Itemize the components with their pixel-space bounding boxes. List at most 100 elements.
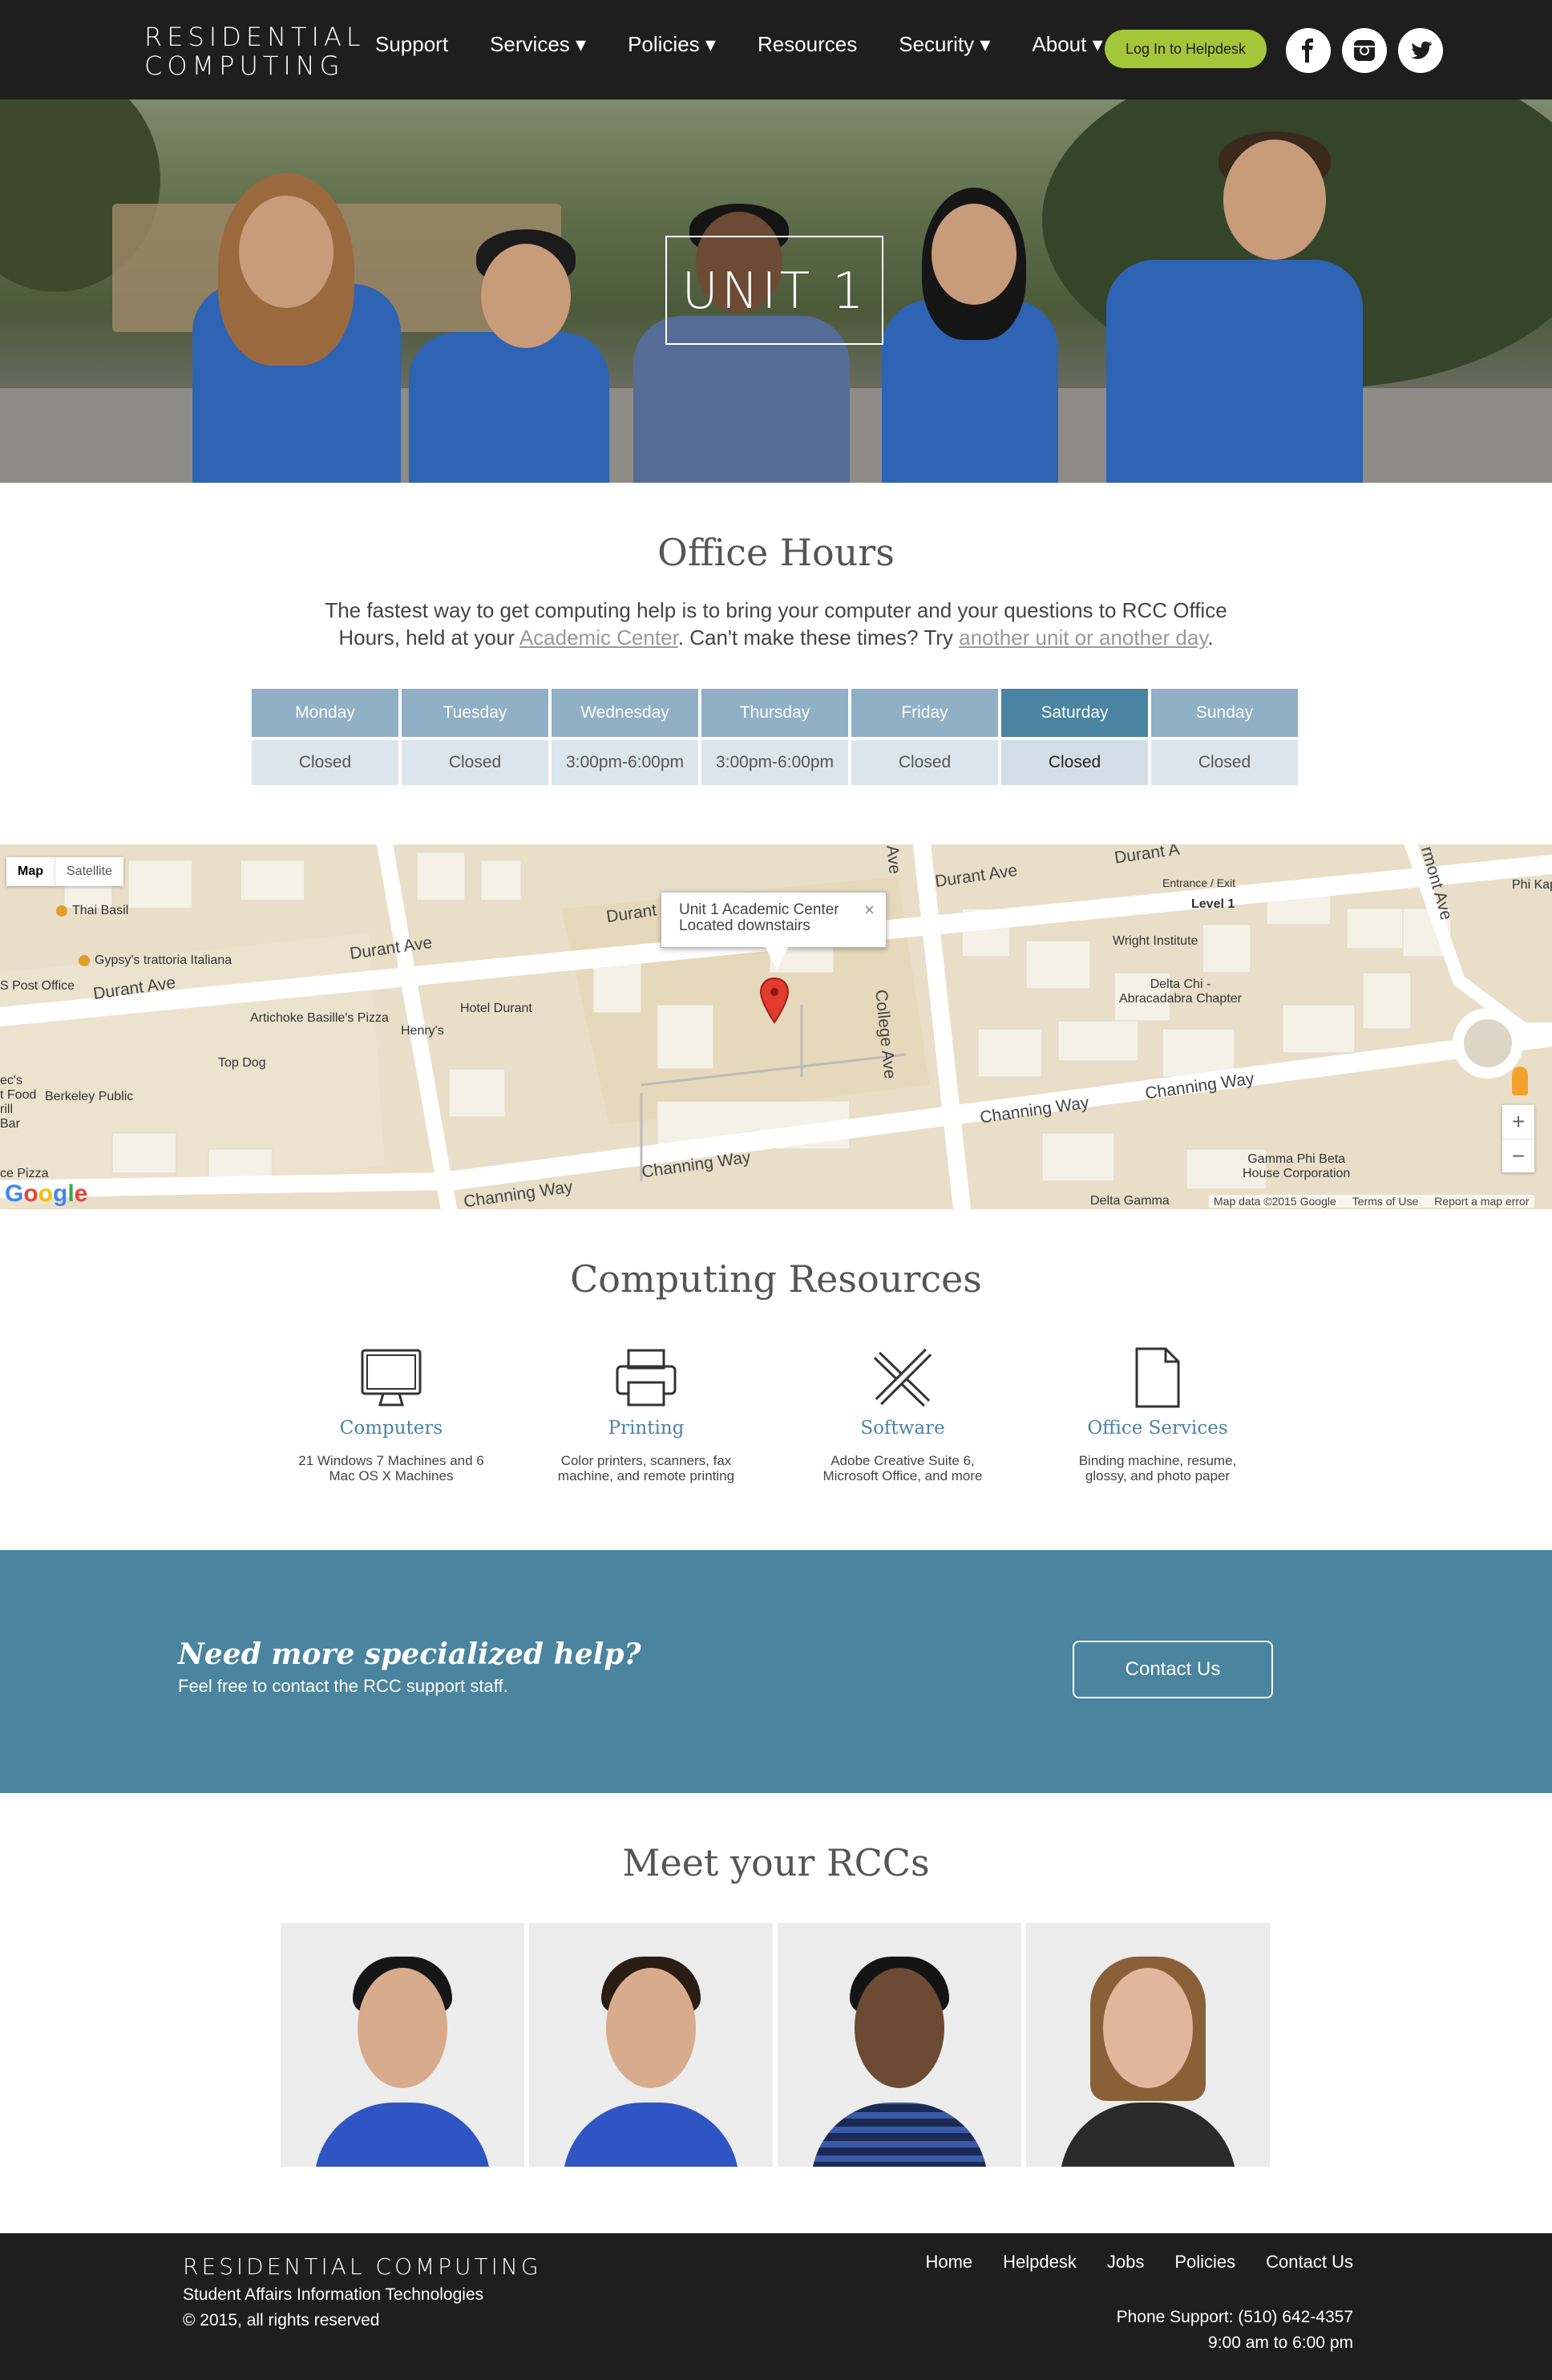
map-footer: Map data ©2015 Google Terms of Use Repor… <box>1209 1195 1534 1208</box>
map-type-satellite[interactable]: Satellite <box>55 857 123 886</box>
zoom-out-button[interactable]: − <box>1502 1139 1534 1172</box>
footer-link-home[interactable]: Home <box>925 2252 972 2273</box>
poi-gypsys[interactable]: Gypsy's trattoria Italiana <box>79 953 232 968</box>
poi-gamma-phi-beta[interactable]: Gamma Phi Beta House Corporation <box>1243 1152 1350 1181</box>
day-name: Sunday <box>1151 689 1298 737</box>
helpdesk-login-button[interactable]: Log In to Helpdesk <box>1105 30 1267 68</box>
top-nav: RESIDENTIAL COMPUTING Support Services ▾… <box>0 0 1552 99</box>
document-icon <box>1055 1347 1260 1411</box>
footer-copyright: © 2015, all rights reserved <box>183 2311 380 2329</box>
resource-title[interactable]: Software <box>800 1418 1005 1439</box>
zoom-in-button[interactable]: + <box>1502 1105 1534 1139</box>
resource-title[interactable]: Office Services <box>1055 1418 1260 1439</box>
twitter-icon[interactable] <box>1398 28 1443 73</box>
day-name: Friday <box>851 689 998 737</box>
poi-berkeley-public[interactable]: Berkeley Public <box>45 1090 133 1104</box>
office-hours-table: Monday Closed Tuesday Closed Wednesday 3… <box>252 689 1298 785</box>
instagram-icon[interactable] <box>1342 28 1387 73</box>
contact-banner <box>0 1550 1552 1793</box>
nav-about[interactable]: About ▾ <box>1032 32 1102 57</box>
info-window-tail <box>766 947 788 969</box>
poi-delta-gamma[interactable]: Delta Gamma <box>1090 1194 1170 1208</box>
poi-top-dog[interactable]: Top Dog <box>218 1056 266 1071</box>
poi-phi-kap[interactable]: Phi Kap <box>1512 878 1552 892</box>
nav-resources[interactable]: Resources <box>758 32 857 57</box>
facebook-icon[interactable] <box>1286 28 1331 73</box>
day-thursday: Thursday 3:00pm-6:00pm <box>701 689 848 785</box>
resource-printing: Printing Color printers, scanners, fax ma… <box>544 1347 749 1483</box>
footer-link-policies[interactable]: Policies <box>1174 2252 1235 2273</box>
footer-logo[interactable]: RESIDENTIAL COMPUTING <box>183 2253 542 2280</box>
close-icon[interactable]: × <box>864 901 875 919</box>
map-zoom-control: + − <box>1502 1105 1534 1172</box>
footer-links: Home Helpdesk Jobs Policies Contact Us <box>925 2252 1353 2273</box>
resource-computers: Computers 21 Windows 7 Machines and 6 Mac… <box>289 1347 494 1483</box>
footer-hours: 9:00 am to 6:00 pm <box>1208 2333 1353 2352</box>
printer-icon <box>544 1347 749 1411</box>
poi-thai-basil[interactable]: Thai Basil <box>56 904 128 918</box>
rcc-photo[interactable] <box>281 1923 524 2167</box>
resource-title[interactable]: Computers <box>289 1418 494 1439</box>
day-tuesday: Tuesday Closed <box>402 689 548 785</box>
contact-us-button[interactable]: Contact Us <box>1073 1641 1273 1698</box>
rcc-photo[interactable] <box>778 1923 1021 2167</box>
resource-title[interactable]: Printing <box>544 1418 749 1439</box>
day-hours: Closed <box>402 740 548 785</box>
nav-security[interactable]: Security ▾ <box>899 32 990 57</box>
unit-title-box: UNIT 1 <box>665 236 883 345</box>
nav-support[interactable]: Support <box>375 32 448 57</box>
footer-link-contact[interactable]: Contact Us <box>1266 2252 1353 2273</box>
day-saturday: Saturday Closed <box>1001 689 1148 785</box>
resource-office-services: Office Services Binding machine, resume,… <box>1055 1347 1260 1483</box>
day-hours: Closed <box>1001 740 1148 785</box>
nav-links: Support Services ▾ Policies ▾ Resources … <box>375 32 1145 57</box>
info-line-2: Located downstairs <box>679 917 810 934</box>
poi-artichoke[interactable]: Artichoke Basille's Pizza <box>250 1011 389 1026</box>
poi-wright-institute[interactable]: Wright Institute <box>1113 934 1198 949</box>
nav-services[interactable]: Services ▾ <box>490 32 586 57</box>
office-hours-description: The fastest way to get computing help is… <box>321 597 1231 651</box>
day-friday: Friday Closed <box>851 689 998 785</box>
road-label: Ave <box>883 844 904 876</box>
contact-banner-title: Need more specialized help? <box>178 1637 641 1671</box>
footer-link-helpdesk[interactable]: Helpdesk <box>1003 2252 1077 2273</box>
office-hours-title: Office Hours <box>657 531 895 574</box>
poi-delta-chi[interactable]: Delta Chi - Abracadabra Chapter <box>1119 978 1242 1006</box>
street-view-pegman-icon[interactable] <box>1512 1067 1528 1095</box>
site-logo[interactable]: RESIDENTIAL COMPUTING <box>144 22 366 80</box>
day-name: Thursday <box>701 689 848 737</box>
rccs-title: Meet your RCCs <box>622 1841 930 1884</box>
office-hours-desc-part-3: . <box>1207 625 1214 650</box>
footer-phone: Phone Support: (510) 642-4357 <box>1116 2308 1353 2326</box>
map-terms-link[interactable]: Terms of Use <box>1352 1195 1418 1208</box>
resource-description: 21 Windows 7 Machines and 6 Mac OS X Mach… <box>298 1453 484 1483</box>
day-name: Saturday <box>1001 689 1148 737</box>
map-pin-icon[interactable] <box>758 977 790 1025</box>
poi-ce-pizza[interactable]: ce Pizza <box>0 1167 48 1181</box>
academic-center-link[interactable]: Academic Center <box>519 625 678 650</box>
poi-entrance[interactable]: Entrance / Exit <box>1162 876 1235 889</box>
day-hours: 3:00pm-6:00pm <box>552 740 698 785</box>
office-hours-desc-part-2: . Can't make these times? Try <box>677 625 960 650</box>
footer-link-jobs[interactable]: Jobs <box>1107 2252 1144 2273</box>
map-info-window: Unit 1 Academic Center Located downstair… <box>661 892 887 948</box>
rcc-photo[interactable] <box>1026 1923 1270 2167</box>
rcc-photo[interactable] <box>529 1923 773 2167</box>
poi-level1[interactable]: Level 1 <box>1191 897 1235 912</box>
poi-hotel-durant[interactable]: Hotel Durant <box>460 1002 532 1016</box>
day-hours: Closed <box>851 740 998 785</box>
resource-software: Software Adobe Creative Suite 6, Microsof… <box>800 1347 1005 1483</box>
map-data-credit: Map data ©2015 Google <box>1214 1195 1336 1208</box>
day-hours: Closed <box>252 740 398 785</box>
nav-policies[interactable]: Policies ▾ <box>628 32 716 57</box>
map-type-map[interactable]: Map <box>6 857 55 886</box>
logo-line-2: COMPUTING <box>144 51 345 81</box>
poi-post-office[interactable]: S Post Office <box>0 979 75 994</box>
unit-title: UNIT 1 <box>681 261 867 320</box>
other-unit-link[interactable]: another unit or another day <box>959 625 1207 650</box>
resources-title: Computing Resources <box>570 1257 982 1301</box>
map-report-link[interactable]: Report a map error <box>1434 1195 1529 1208</box>
google-logo[interactable]: Google <box>5 1180 87 1208</box>
poi-ecs-food[interactable]: ec's t Food rill Bar <box>0 1074 36 1131</box>
poi-henrys[interactable]: Henry's <box>401 1024 444 1038</box>
